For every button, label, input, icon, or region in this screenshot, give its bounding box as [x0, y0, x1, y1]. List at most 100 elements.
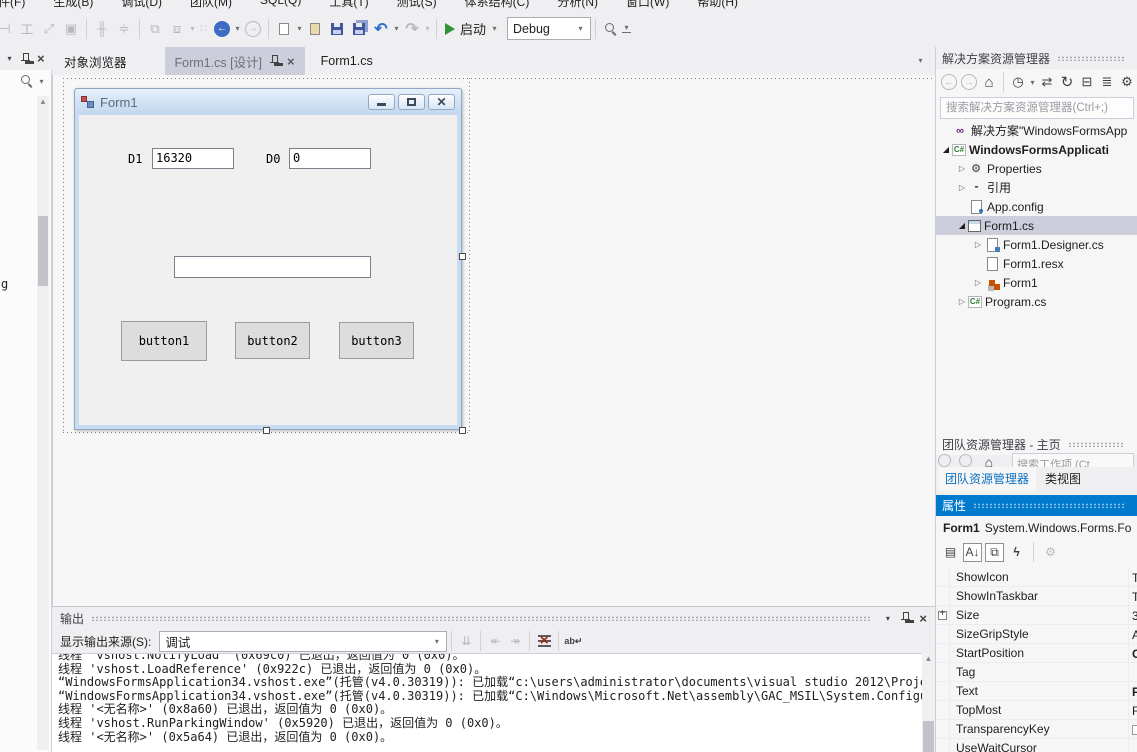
- navigate-back-icon[interactable]: ←: [211, 18, 233, 40]
- vertical-spacing-icon[interactable]: ≑: [113, 18, 135, 40]
- alphabetical-sort-icon[interactable]: A↓: [963, 543, 982, 562]
- menu-item[interactable]: 分析(N): [557, 0, 598, 10]
- clear-all-icon[interactable]: [534, 631, 554, 651]
- properties-pages-icon[interactable]: ⧉: [985, 543, 1004, 562]
- back-icon[interactable]: [938, 454, 951, 467]
- expander-icon[interactable]: ◢: [940, 145, 952, 154]
- form-client-area[interactable]: D1 16320 D0 0 button1 button2 button3: [79, 115, 457, 425]
- menu-item[interactable]: 帮助(H): [697, 0, 738, 10]
- make-same-size-icon[interactable]: ⤢: [38, 18, 60, 40]
- home-icon[interactable]: ⌂: [979, 72, 999, 92]
- navigate-back-dropdown-icon[interactable]: ▾: [233, 24, 242, 33]
- tree-item[interactable]: ◢ C# WindowsFormsApplicati: [936, 140, 1137, 159]
- back-icon[interactable]: →: [939, 72, 959, 92]
- property-value[interactable]: T: [1128, 587, 1137, 606]
- start-debug-button[interactable]: 启动 ▾: [441, 17, 503, 40]
- tree-item[interactable]: ∞ 解决方案"WindowsFormsApp: [936, 121, 1137, 140]
- solution-config-select[interactable]: Debug ▾: [507, 17, 591, 40]
- tab-team-explorer[interactable]: 团队资源管理器: [938, 467, 1036, 491]
- close-icon[interactable]: ×: [919, 612, 927, 625]
- menu-item[interactable]: 生成(B): [53, 0, 93, 10]
- close-icon[interactable]: ×: [37, 52, 45, 65]
- output-text-area[interactable]: 线程 'vshost.NotifyLoad' (0x69c0) 已退出，返回值为…: [52, 653, 922, 752]
- property-row[interactable]: Size 3: [936, 606, 1137, 625]
- label-d0[interactable]: D0: [266, 152, 280, 166]
- pin-icon[interactable]: [21, 53, 30, 65]
- navigate-forward-icon[interactable]: →: [242, 18, 264, 40]
- redo-dropdown-icon[interactable]: ▾: [423, 24, 432, 33]
- tree-item[interactable]: ▷ ⚙ Properties: [936, 159, 1137, 178]
- menu-item[interactable]: 工具(T): [329, 0, 368, 10]
- strip-search[interactable]: ▾: [20, 74, 46, 88]
- property-row[interactable]: TransparencyKey: [936, 720, 1137, 739]
- property-value[interactable]: T: [1128, 568, 1137, 587]
- button1[interactable]: button1: [121, 321, 207, 361]
- layout-overflow-icon[interactable]: ▾: [188, 24, 197, 33]
- window-menu-dropdown-icon[interactable]: ▾: [883, 614, 892, 623]
- form-title-bar[interactable]: Form1 ✕: [75, 89, 461, 115]
- home-icon[interactable]: ⌂: [979, 452, 999, 467]
- categorized-icon[interactable]: ▤: [941, 543, 960, 562]
- size-to-grid-icon[interactable]: ⧉: [144, 18, 166, 40]
- add-item-icon[interactable]: [304, 18, 326, 40]
- redo-icon[interactable]: ↷: [401, 18, 423, 40]
- resize-handle-bottom[interactable]: [263, 427, 270, 434]
- menu-item[interactable]: 窗口(W): [626, 0, 669, 10]
- property-value[interactable]: [1128, 720, 1137, 739]
- forward-icon[interactable]: [959, 454, 972, 467]
- scrollbar-thumb[interactable]: [923, 721, 934, 752]
- minimize-button[interactable]: [368, 94, 395, 110]
- textbox-d1[interactable]: 16320: [152, 148, 234, 169]
- property-value[interactable]: A: [1128, 625, 1137, 644]
- property-row[interactable]: TopMost F: [936, 701, 1137, 720]
- undo-icon[interactable]: ↶: [370, 18, 392, 40]
- menu-item[interactable]: SQL(Q): [260, 0, 301, 10]
- properties-object-select[interactable]: Form1 System.Windows.Forms.Fo: [936, 516, 1137, 539]
- undo-dropdown-icon[interactable]: ▾: [392, 24, 401, 33]
- collapse-all-icon[interactable]: ⊟: [1077, 72, 1097, 92]
- tree-item[interactable]: App.config: [936, 197, 1137, 216]
- close-icon[interactable]: ×: [287, 55, 295, 68]
- save-icon[interactable]: [326, 18, 348, 40]
- menu-item[interactable]: 测试(S): [397, 0, 437, 10]
- sync-with-active-document-icon[interactable]: ⇄: [1037, 72, 1057, 92]
- save-all-icon[interactable]: [348, 18, 370, 40]
- tab-form1-designer[interactable]: Form1.cs [设计] ×: [165, 47, 305, 75]
- property-value[interactable]: [1128, 663, 1137, 682]
- snap-to-grid-icon[interactable]: ▣: [60, 18, 82, 40]
- strip-scrollbar[interactable]: ▲: [37, 96, 49, 750]
- horizontal-spacing-icon[interactable]: ╫: [91, 18, 113, 40]
- forward-icon[interactable]: →: [959, 72, 979, 92]
- scroll-up-icon[interactable]: ▲: [37, 96, 49, 108]
- resize-handle-bottom-right[interactable]: [459, 427, 466, 434]
- expander-icon[interactable]: ▷: [956, 164, 968, 173]
- properties-header[interactable]: 属性: [936, 495, 1137, 516]
- filter-dropdown-icon[interactable]: ▾: [1028, 78, 1037, 87]
- button2[interactable]: button2: [235, 322, 310, 359]
- output-source-select[interactable]: 调试 ▾: [159, 631, 447, 652]
- new-item-dropdown-icon[interactable]: ▾: [295, 24, 304, 33]
- refresh-icon[interactable]: ↻: [1057, 72, 1077, 92]
- tree-item[interactable]: ▷ C# Program.cs: [936, 292, 1137, 311]
- form1-design-window[interactable]: Form1 ✕ D1 16320 D0 0 button1 button2 bu…: [74, 88, 462, 430]
- property-value[interactable]: F: [1128, 701, 1137, 720]
- property-row[interactable]: Tag: [936, 663, 1137, 682]
- window-menu-dropdown-icon[interactable]: ▾: [5, 54, 14, 63]
- expander-icon[interactable]: ▷: [956, 297, 968, 306]
- align-lefts-icon[interactable]: ⊣: [0, 18, 16, 40]
- property-value[interactable]: C: [1128, 644, 1137, 663]
- show-all-files-icon[interactable]: ≣: [1097, 72, 1117, 92]
- property-row[interactable]: ShowIcon T: [936, 568, 1137, 587]
- goto-message-icon[interactable]: ⇊: [456, 631, 476, 651]
- scroll-up-icon[interactable]: ▲: [922, 653, 935, 665]
- property-row[interactable]: ShowInTaskbar T: [936, 587, 1137, 606]
- designer-surface[interactable]: Form1 ✕ D1 16320 D0 0 button1 button2 bu…: [52, 75, 935, 606]
- align-centers-icon[interactable]: 工: [16, 18, 38, 40]
- property-row[interactable]: StartPosition C: [936, 644, 1137, 663]
- next-message-icon[interactable]: ↠: [505, 631, 525, 651]
- property-value[interactable]: [1128, 739, 1137, 752]
- property-value[interactable]: F: [1128, 682, 1137, 701]
- pin-icon[interactable]: [270, 55, 279, 67]
- properties-icon[interactable]: ⚙: [1117, 72, 1137, 92]
- scrollbar-thumb[interactable]: [38, 216, 48, 286]
